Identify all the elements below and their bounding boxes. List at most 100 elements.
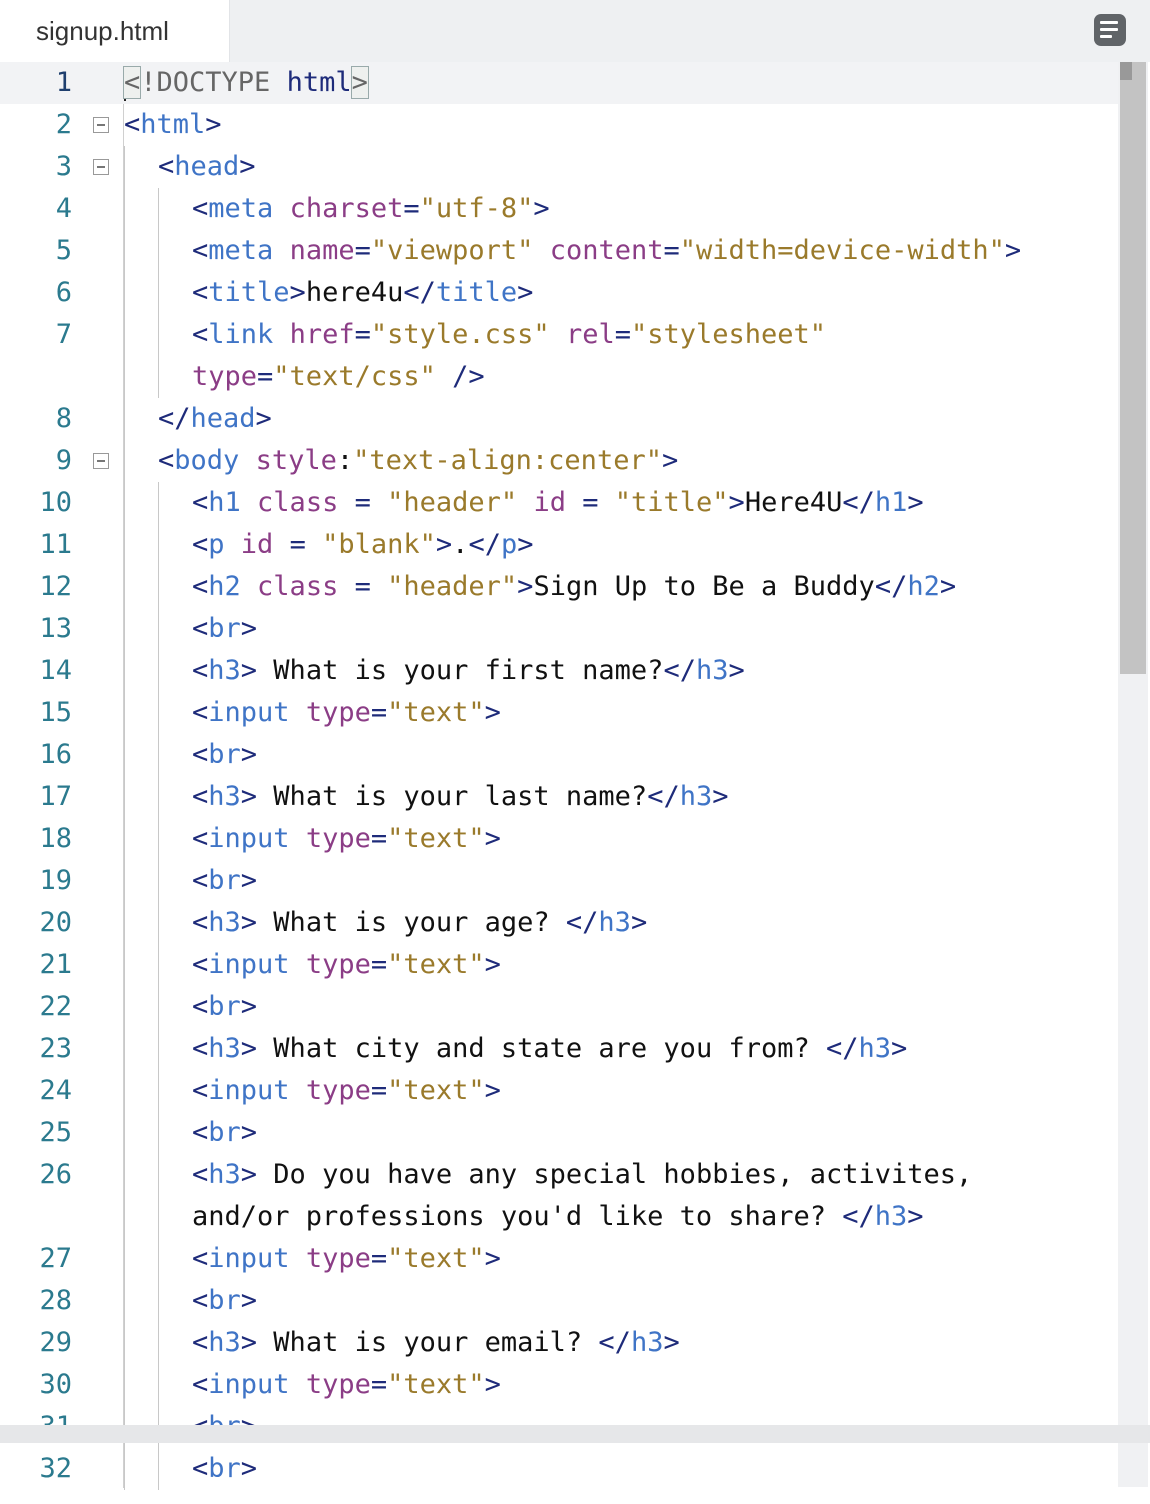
code-token: body bbox=[174, 445, 240, 476]
code-token: = bbox=[370, 823, 388, 854]
code-token: "utf-8" bbox=[419, 193, 534, 224]
code-token: "text" bbox=[387, 697, 485, 728]
code-text: type="text/css" /> bbox=[124, 356, 485, 398]
code-line[interactable]: and/or professions you'd like to share? … bbox=[0, 1196, 1118, 1238]
code-token: "style.css" bbox=[370, 319, 550, 350]
code-line[interactable]: 8 </head> bbox=[0, 398, 1118, 440]
code-line[interactable]: 17 <h3> What is your last name?</h3> bbox=[0, 776, 1118, 818]
code-line[interactable]: 5 <meta name="viewport" content="width=de… bbox=[0, 230, 1118, 272]
code-text: <h3> What is your email? </h3> bbox=[124, 1322, 680, 1364]
code-token: < bbox=[192, 1117, 209, 1148]
code-line[interactable]: 19 <br> bbox=[0, 860, 1118, 902]
fold-toggle-icon[interactable] bbox=[93, 159, 109, 175]
code-token: "header" bbox=[387, 487, 518, 518]
code-line[interactable]: 6 <title>here4u</title> bbox=[0, 272, 1118, 314]
code-line[interactable]: 32 <br> bbox=[0, 1448, 1118, 1490]
code-line[interactable]: 11 <p id = "blank">.</p> bbox=[0, 524, 1118, 566]
scrollbar-thumb[interactable] bbox=[1120, 62, 1146, 674]
fold-toggle-icon[interactable] bbox=[93, 453, 109, 469]
code-token: What city and state are you from? bbox=[257, 1033, 826, 1064]
code-token: > bbox=[533, 193, 550, 224]
code-token: br bbox=[208, 613, 241, 644]
code-text: <title>here4u</title> bbox=[124, 272, 533, 314]
code-line[interactable]: type="text/css" /> bbox=[0, 356, 1118, 398]
fold-toggle-icon[interactable] bbox=[93, 117, 109, 133]
line-number: 15 bbox=[39, 697, 72, 728]
line-number: 25 bbox=[39, 1117, 72, 1148]
code-token: h3 bbox=[208, 907, 241, 938]
code-line[interactable]: 9 <body style:"text-align:center"> bbox=[0, 440, 1118, 482]
code-token: "stylesheet" bbox=[630, 319, 827, 350]
code-text: <input type="text"> bbox=[124, 1070, 501, 1112]
code-line[interactable]: 21 <input type="text"> bbox=[0, 944, 1118, 986]
code-editor[interactable]: 1 <!DOCTYPE html> 2 <html> 3 <head> 4 <meta cha… bbox=[0, 62, 1150, 1494]
code-token: type bbox=[305, 823, 371, 854]
code-token: < bbox=[192, 991, 209, 1022]
code-token: What is your age? bbox=[257, 907, 566, 938]
code-line[interactable]: 4 <meta charset="utf-8"> bbox=[0, 188, 1118, 230]
code-line[interactable]: 7 <link href="style.css" rel="stylesheet" bbox=[0, 314, 1118, 356]
code-line[interactable]: 16 <br> bbox=[0, 734, 1118, 776]
code-line[interactable]: 12 <h2 class = "header">Sign Up to Be a B… bbox=[0, 566, 1118, 608]
horizontal-scrollbar[interactable] bbox=[0, 1425, 1150, 1443]
line-number: 13 bbox=[39, 613, 72, 644]
code-line[interactable]: 14 <h3> What is your first name?</h3> bbox=[0, 650, 1118, 692]
code-line[interactable]: 29 <h3> What is your email? </h3> bbox=[0, 1322, 1118, 1364]
code-token: < bbox=[124, 109, 141, 140]
code-token: > bbox=[907, 487, 924, 518]
code-token: > bbox=[240, 1159, 258, 1190]
code-text: <br> bbox=[124, 1112, 257, 1154]
code-line[interactable]: 2 <html> bbox=[0, 104, 1118, 146]
line-number: 30 bbox=[39, 1369, 72, 1400]
code-line[interactable]: 26 <h3> Do you have any special hobbies, … bbox=[0, 1154, 1118, 1196]
tab-signup-html[interactable]: signup.html bbox=[0, 0, 230, 62]
code-text: <input type="text"> bbox=[124, 692, 501, 734]
code-line[interactable]: 23 <h3> What city and state are you from?… bbox=[0, 1028, 1118, 1070]
code-line[interactable]: 22 <br> bbox=[0, 986, 1118, 1028]
code-token: input bbox=[208, 1369, 290, 1400]
code-text: <br> bbox=[124, 860, 257, 902]
code-line[interactable]: 25 <br> bbox=[0, 1112, 1118, 1154]
line-number: 1 bbox=[55, 67, 72, 98]
code-line[interactable]: 1 <!DOCTYPE html> bbox=[0, 62, 1118, 104]
code-token: "text" bbox=[387, 1243, 485, 1274]
code-token: and/or professions you'd like to share? bbox=[192, 1201, 843, 1232]
code-line[interactable]: 15 <input type="text"> bbox=[0, 692, 1118, 734]
code-token: = bbox=[614, 319, 631, 350]
code-line[interactable]: 20 <h3> What is your age? </h3> bbox=[0, 902, 1118, 944]
code-line[interactable]: 3 <head> bbox=[0, 146, 1118, 188]
line-number: 18 bbox=[39, 823, 72, 854]
code-token: > bbox=[240, 1117, 258, 1148]
code-line[interactable]: 28 <br> bbox=[0, 1280, 1118, 1322]
code-token: = bbox=[582, 487, 599, 518]
code-token: > bbox=[240, 1033, 258, 1064]
code-token: type bbox=[305, 1075, 371, 1106]
code-line[interactable]: 10 <h1 class = "header" id = "title">Here… bbox=[0, 482, 1118, 524]
code-line[interactable]: 27 <input type="text"> bbox=[0, 1238, 1118, 1280]
code-line[interactable]: 30 <input type="text"> bbox=[0, 1364, 1118, 1406]
code-token: h1 bbox=[874, 487, 908, 518]
code-line[interactable]: 24 <input type="text"> bbox=[0, 1070, 1118, 1112]
menu-icon[interactable] bbox=[1094, 14, 1126, 46]
code-line[interactable]: 18 <input type="text"> bbox=[0, 818, 1118, 860]
code-token: h3 bbox=[208, 655, 241, 686]
code-token: "blank" bbox=[322, 529, 436, 560]
code-text: <br> bbox=[124, 608, 257, 650]
code-line[interactable]: 13 <br> bbox=[0, 608, 1118, 650]
code-token: id bbox=[240, 529, 274, 560]
code-token: > bbox=[517, 529, 534, 560]
code-token: h2 bbox=[208, 571, 241, 602]
code-token: br bbox=[208, 1453, 241, 1484]
code-token: > bbox=[484, 823, 501, 854]
code-token: type bbox=[305, 1369, 371, 1400]
code-token: > bbox=[728, 487, 745, 518]
code-token: > bbox=[630, 907, 648, 938]
code-token: = bbox=[370, 1369, 388, 1400]
code-token: < bbox=[192, 1369, 209, 1400]
line-number: 10 bbox=[39, 487, 72, 518]
